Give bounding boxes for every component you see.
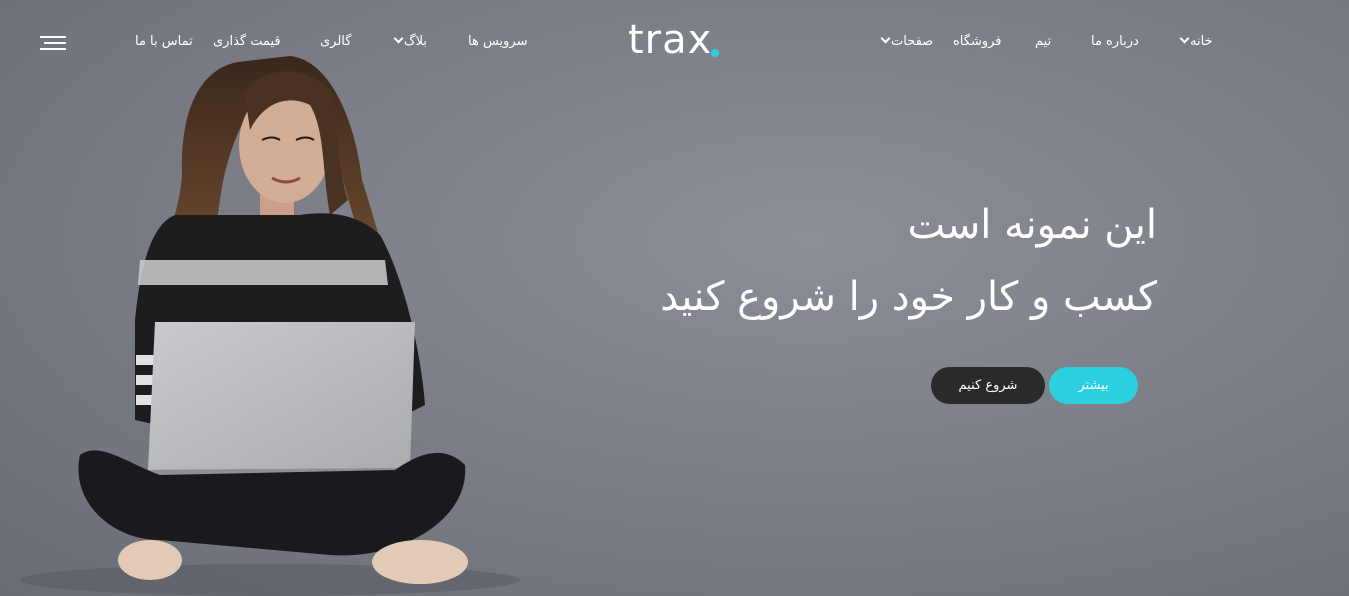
nav-item-team[interactable]: تیم bbox=[1035, 33, 1051, 51]
hero-title-line-2: کسب و کار خود را شروع کنید bbox=[660, 274, 1157, 320]
chevron-down-icon bbox=[880, 33, 891, 44]
woman-with-laptop-image bbox=[20, 56, 520, 596]
nav-item-blog-label: بلاگ bbox=[404, 34, 428, 49]
chevron-down-icon bbox=[1179, 33, 1190, 44]
hamburger-menu-icon[interactable] bbox=[40, 35, 66, 51]
nav-item-shop[interactable]: فروشگاه bbox=[953, 33, 1002, 51]
nav-item-about[interactable]: درباره ما bbox=[1091, 33, 1139, 51]
logo[interactable]: trax bbox=[628, 14, 724, 66]
nav-item-blog[interactable]: بلاگ bbox=[390, 33, 427, 51]
nav-item-gallery[interactable]: گالری bbox=[320, 33, 351, 51]
nav-item-pages[interactable]: صفحات bbox=[877, 33, 933, 51]
hero-section: تماس با ما قیمت گذاری گالری بلاگ سرویس ه… bbox=[0, 0, 1349, 596]
chevron-down-icon bbox=[393, 33, 404, 44]
logo-dot bbox=[711, 49, 719, 57]
nav-item-pages-label: صفحات bbox=[891, 34, 934, 49]
hero-title-line-1: این نمونه است bbox=[907, 202, 1157, 248]
start-button[interactable]: شروع کنیم bbox=[931, 367, 1045, 404]
nav-item-home[interactable]: خانه bbox=[1176, 33, 1213, 51]
nav-item-pricing[interactable]: قیمت گذاری bbox=[213, 33, 281, 51]
nav-item-home-label: خانه bbox=[1190, 34, 1213, 49]
nav-item-services[interactable]: سرویس ها bbox=[468, 33, 527, 51]
more-button[interactable]: بیشتر bbox=[1049, 367, 1138, 404]
nav-item-contact[interactable]: تماس با ما bbox=[135, 33, 193, 51]
